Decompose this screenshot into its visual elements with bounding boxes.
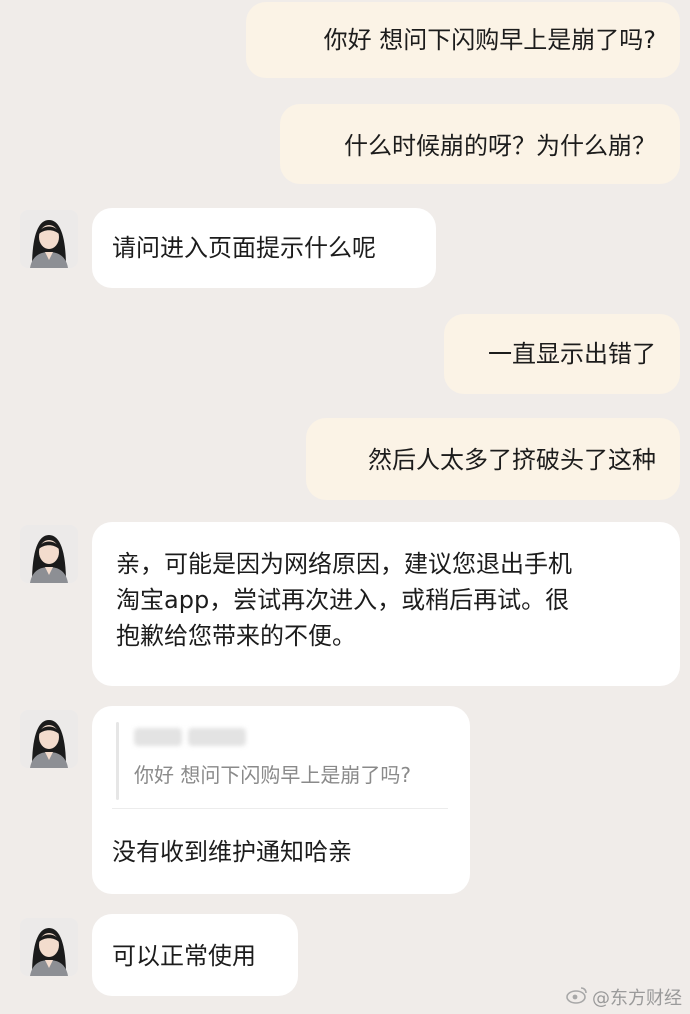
quoted-message[interactable]: 你好 想问下闪购早上是崩了吗? <box>134 760 411 790</box>
watermark: @东方财经 <box>566 984 682 1010</box>
message-line: 抱歉给您带来的不便。 <box>116 622 356 650</box>
message-text: 请问进入页面提示什么呢 <box>112 234 376 262</box>
quote-bar <box>116 722 119 800</box>
message-bubble-incoming[interactable]: 可以正常使用 <box>92 914 298 996</box>
avatar-image <box>20 210 78 268</box>
avatar-image <box>20 918 78 976</box>
blurred-text <box>188 728 246 746</box>
chat-area: 你好 想问下闪购早上是崩了吗? 什么时候崩的呀？为什么崩？ 请问进入页面提示什么… <box>0 0 690 1014</box>
avatar-image <box>20 525 78 583</box>
message-bubble-outgoing[interactable]: 你好 想问下闪购早上是崩了吗? <box>246 2 680 78</box>
agent-avatar[interactable] <box>20 918 78 976</box>
message-text: 一直显示出错了 <box>488 340 656 368</box>
avatar-image <box>20 710 78 768</box>
message-text: 可以正常使用 <box>112 942 256 970</box>
message-text: 然后人太多了挤破头了这种 <box>368 446 656 474</box>
message-bubble-outgoing[interactable]: 然后人太多了挤破头了这种 <box>306 418 680 500</box>
message-line: 亲，可能是因为网络原因，建议您退出手机 <box>116 550 572 578</box>
message-bubble-incoming[interactable]: 请问进入页面提示什么呢 <box>92 208 436 288</box>
weibo-icon <box>566 986 588 1009</box>
agent-avatar[interactable] <box>20 525 78 583</box>
quoted-sender-name-blurred <box>134 728 246 748</box>
message-bubble-outgoing[interactable]: 什么时候崩的呀？为什么崩？ <box>280 104 680 184</box>
agent-avatar[interactable] <box>20 710 78 768</box>
agent-avatar[interactable] <box>20 210 78 268</box>
blurred-text <box>134 728 182 746</box>
message-bubble-incoming[interactable]: 亲，可能是因为网络原因，建议您退出手机 淘宝app，尝试再次进入，或稍后再试。很… <box>92 522 680 686</box>
message-text-reply: 没有收到维护通知哈亲 <box>112 838 352 866</box>
message-line: 淘宝app，尝试再次进入，或稍后再试。很 <box>116 586 570 614</box>
quote-divider <box>112 808 448 809</box>
message-text: 什么时候崩的呀？为什么崩？ <box>344 132 656 160</box>
watermark-text: @东方财经 <box>592 988 682 1009</box>
message-bubble-outgoing[interactable]: 一直显示出错了 <box>444 314 680 394</box>
message-text: 你好 想问下闪购早上是崩了吗? <box>323 26 656 54</box>
